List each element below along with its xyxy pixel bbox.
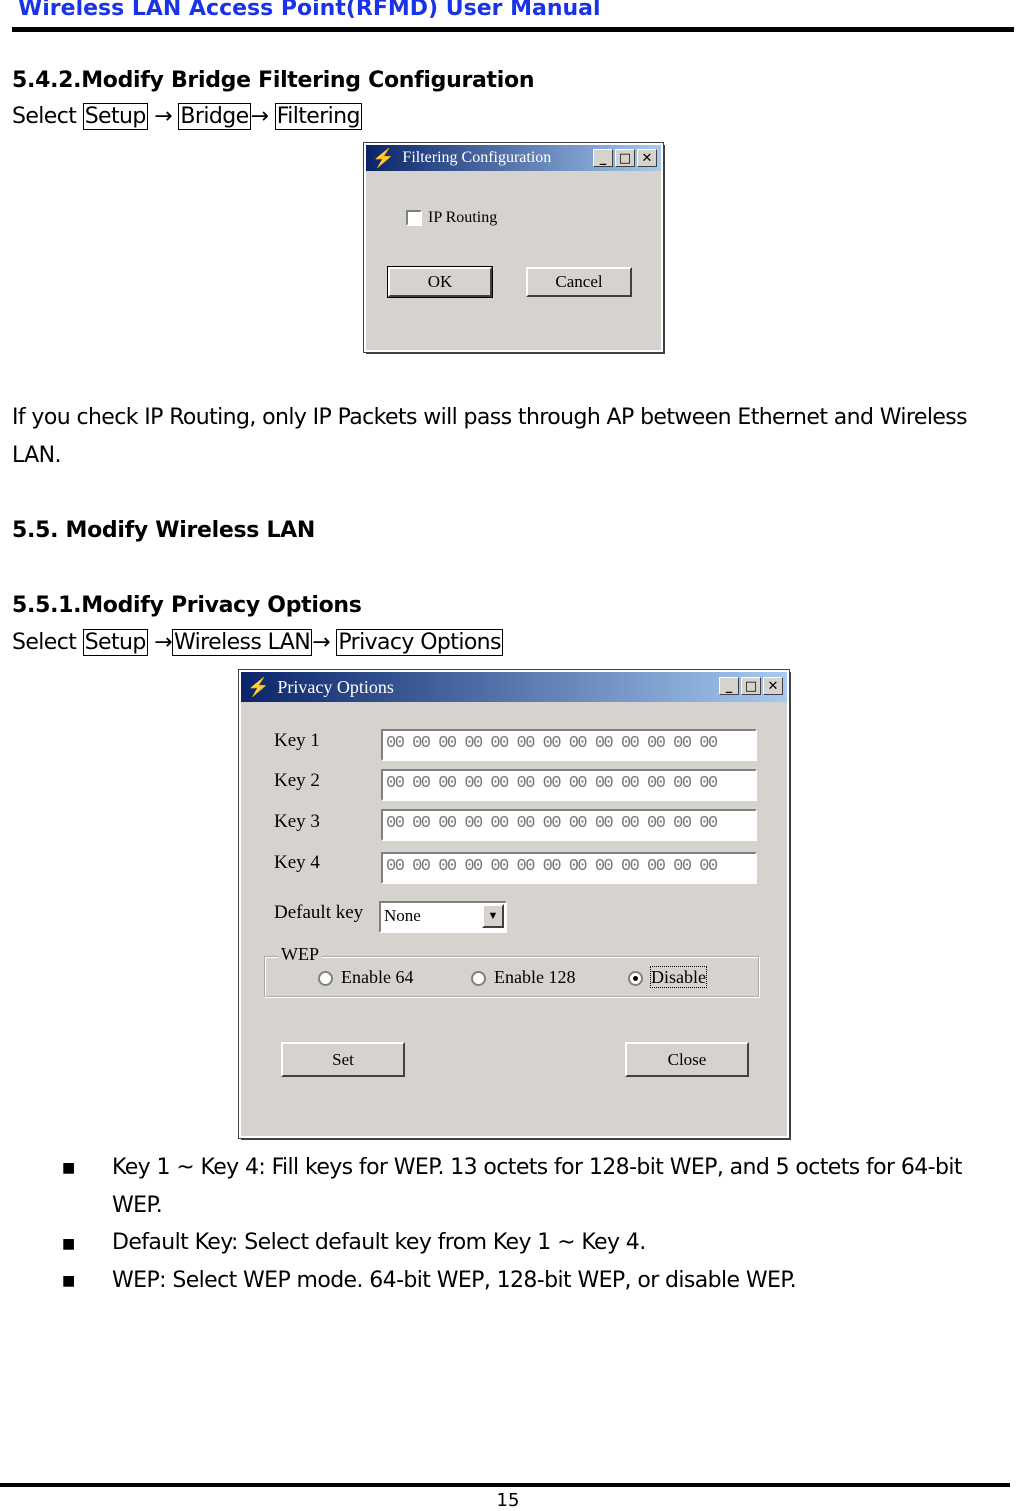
maximize-button[interactable]: □ xyxy=(615,149,635,167)
radio-label: Enable 64 xyxy=(341,967,414,987)
minimize-button[interactable]: _ xyxy=(719,677,739,695)
radio-icon[interactable] xyxy=(471,971,486,987)
section-heading-5-5: 5.5. Modify Wireless LAN xyxy=(12,518,316,543)
bullet-default-key: Default Key: Select default key from Key… xyxy=(112,1230,646,1255)
bullet-keys-cont: WEP. xyxy=(112,1193,163,1218)
privacy-options-dialog: ⚡ Privacy Options _ □ ✕ Key 1 00 00 00 00 0… xyxy=(238,669,790,1139)
close-button[interactable]: Close xyxy=(625,1042,749,1077)
bullet-icon: ■ xyxy=(62,1160,76,1176)
lightning-icon: ⚡ xyxy=(372,147,395,168)
key3-input[interactable]: 00 00 00 00 00 00 00 00 00 00 00 00 00 xyxy=(381,809,757,841)
arrow-icon: → xyxy=(312,630,330,655)
nav-path-filtering: Select Setup → Bridge→ Filtering xyxy=(12,103,362,130)
wep-enable128-radio[interactable]: Enable 128 xyxy=(471,967,575,988)
close-icon[interactable]: ✕ xyxy=(637,149,657,167)
radio-label: Disable xyxy=(650,966,707,988)
section-heading-5-5-1: 5.5.1.Modify Privacy Options xyxy=(12,593,362,618)
arrow-icon: → xyxy=(154,104,172,129)
close-icon[interactable]: ✕ xyxy=(763,677,783,695)
section-heading-5-4-2: 5.4.2.Modify Bridge Filtering Configurat… xyxy=(12,68,535,93)
radio-selected-icon[interactable] xyxy=(628,971,643,987)
path-privacy-options: Privacy Options xyxy=(336,629,503,656)
dialog-title: Privacy Options xyxy=(277,676,394,697)
minimize-button[interactable]: _ xyxy=(593,149,613,167)
bullet-icon: ■ xyxy=(62,1273,76,1289)
ip-routing-description-cont: LAN. xyxy=(12,443,61,468)
default-key-select[interactable]: None ▼ xyxy=(379,901,507,933)
wep-disable-radio[interactable]: Disable xyxy=(628,966,707,988)
checkbox-box[interactable] xyxy=(406,210,422,227)
key4-input[interactable]: 00 00 00 00 00 00 00 00 00 00 00 00 00 xyxy=(381,852,757,884)
manual-title: Wireless LAN Access Point(RFMD) User Man… xyxy=(18,0,601,21)
filtering-configuration-dialog: ⚡ Filtering Configuration _ □ ✕ IP Routing … xyxy=(363,142,664,353)
ip-routing-label: IP Routing xyxy=(428,209,498,226)
title-bar: ⚡ Privacy Options _ □ ✕ xyxy=(241,672,787,702)
default-key-label: Default key xyxy=(274,902,364,923)
bullet-icon: ■ xyxy=(62,1236,76,1252)
dialog-title: Filtering Configuration xyxy=(402,149,552,166)
bullet-wep: WEP: Select WEP mode. 64-bit WEP, 128-bi… xyxy=(112,1268,797,1293)
header-divider xyxy=(12,27,1014,32)
nav-path-privacy: Select Setup →Wireless LAN→ Privacy Opti… xyxy=(12,629,503,656)
select-text: Select xyxy=(12,104,77,129)
key1-label: Key 1 xyxy=(274,730,320,751)
footer-divider xyxy=(0,1483,1010,1487)
wep-groupbox: WEP Enable 64 Enable 128 Disable xyxy=(264,944,760,998)
title-bar: ⚡ Filtering Configuration _ □ ✕ xyxy=(366,145,661,171)
path-setup: Setup xyxy=(82,629,148,656)
path-setup: Setup xyxy=(82,103,148,130)
path-wireless-lan: Wireless LAN xyxy=(171,629,313,656)
arrow-icon: → xyxy=(154,630,172,655)
radio-icon[interactable] xyxy=(318,971,333,987)
page-number: 15 xyxy=(496,1490,520,1511)
chevron-down-icon[interactable]: ▼ xyxy=(482,904,504,928)
bullet-keys: Key 1 ~ Key 4: Fill keys for WEP. 13 oct… xyxy=(112,1155,962,1180)
wep-label: WEP xyxy=(278,944,322,965)
arrow-icon: → xyxy=(250,104,269,129)
key1-input[interactable]: 00 00 00 00 00 00 00 00 00 00 00 00 00 xyxy=(381,729,757,761)
lightning-icon: ⚡ xyxy=(247,676,270,697)
maximize-button[interactable]: □ xyxy=(741,677,761,695)
path-filtering: Filtering xyxy=(274,103,362,130)
ip-routing-checkbox[interactable]: IP Routing xyxy=(406,209,497,227)
key2-label: Key 2 xyxy=(274,770,320,791)
ip-routing-description: If you check IP Routing, only IP Packets… xyxy=(12,405,968,430)
cancel-button[interactable]: Cancel xyxy=(526,267,632,297)
radio-label: Enable 128 xyxy=(494,967,576,987)
path-bridge: Bridge xyxy=(178,103,251,130)
set-button[interactable]: Set xyxy=(281,1042,405,1077)
default-key-value: None xyxy=(384,906,421,925)
select-text: Select xyxy=(12,630,77,655)
ok-button[interactable]: OK xyxy=(387,266,493,298)
key4-label: Key 4 xyxy=(274,852,320,873)
key3-label: Key 3 xyxy=(274,811,320,832)
wep-enable64-radio[interactable]: Enable 64 xyxy=(318,967,413,988)
key2-input[interactable]: 00 00 00 00 00 00 00 00 00 00 00 00 00 xyxy=(381,769,757,801)
